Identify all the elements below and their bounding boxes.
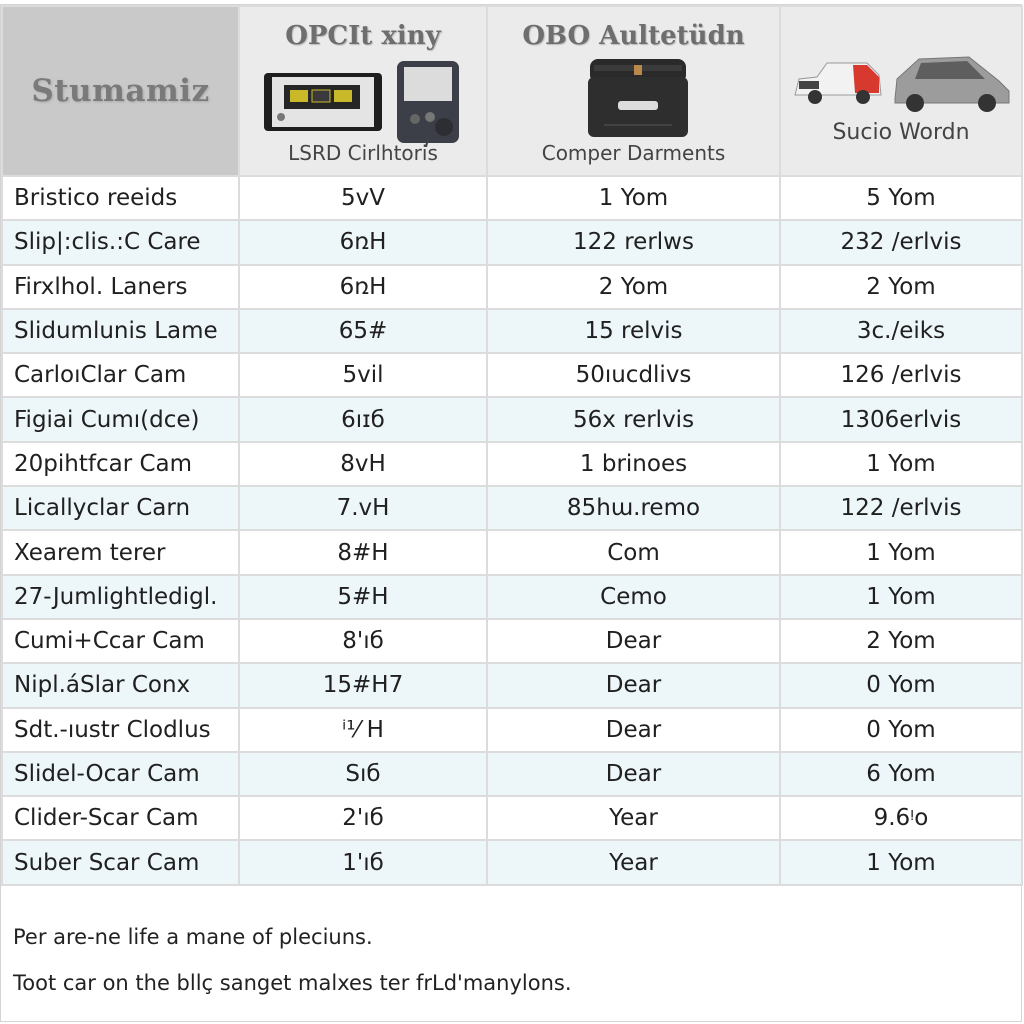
cell-value: 7.vH (238, 485, 488, 532)
cell-value: 2 Yom (486, 263, 781, 310)
cell-value: 5vil (238, 352, 488, 399)
cell-value: 9.6ᵎo (779, 795, 1023, 842)
cell-value: 85hɯ.remo (486, 485, 781, 532)
cell-value: 15 relvis (486, 307, 781, 355)
row-label: Slidel-Ocar Cam (1, 750, 240, 798)
column-subtitle: LSRD Cirlhtoris (288, 141, 438, 165)
cell-value: 6 Yom (779, 750, 1023, 798)
table-row: Nipl.áSlar Conx 15#H7 Dear 0 Yom (1, 662, 1023, 709)
cell-value: Sıб (238, 750, 488, 798)
cell-value: 1306erlvis (779, 396, 1023, 443)
row-label: Clider-Scar Cam (1, 795, 240, 842)
table-row: Clider-Scar Cam 2'ıб Year 9.6ᵎo (1, 795, 1023, 842)
row-label: Sdt.-ıustr Clodlus (1, 706, 240, 753)
table-row: CarloıClar Cam 5vil 50ıucdlivs 126 /erlvis (1, 352, 1023, 399)
table-row: Figiai Cumı(dce) 6ıɪб 56x rerlvis 1306erlvi… (1, 396, 1023, 443)
cell-value: 3c./eiks (779, 307, 1023, 355)
cell-value: Year (486, 839, 781, 886)
row-label: Firxlhol. Laners (1, 263, 240, 310)
table-row: Firxlhol. Laners 6ռH 2 Yom 2 Yom (1, 263, 1023, 310)
cell-value: 8vH (238, 440, 488, 488)
row-label: Xearem terer (1, 529, 240, 576)
row-label: Figiai Cumı(dce) (1, 396, 240, 443)
column-subtitle: Sucio Wordn (832, 120, 970, 145)
cell-value: 122 /erlvis (779, 485, 1023, 532)
comparison-panel: Stumamiz OPCIt xiny LSRD Cirlhtoris OBO … (0, 4, 1023, 1022)
table-row: Xearem terer 8#H Com 1 Yom (1, 529, 1023, 576)
cell-value: 1 Yom (779, 440, 1023, 488)
column-header: OBO Aultetüdn Comper Darments (486, 5, 781, 177)
cell-value: Cemo (486, 573, 781, 620)
cell-value: 5vV (238, 174, 488, 222)
row-label: Licallyclar Carn (1, 485, 240, 532)
cell-value: 5#H (238, 573, 488, 620)
row-label: 20pihtfcar Cam (1, 440, 240, 488)
cars-image (794, 56, 1010, 112)
cell-value: 1 brinoes (486, 440, 781, 488)
cell-value: 2 Yom (779, 263, 1023, 310)
column-header: Sucio Wordn (779, 5, 1023, 177)
cell-value: 15#H7 (238, 662, 488, 709)
cell-value: 6ռH (238, 219, 488, 266)
cell-value: 2'ıб (238, 795, 488, 842)
cell-value: 6ռH (238, 263, 488, 310)
cell-value: 65# (238, 307, 488, 355)
cell-value: Dear (486, 617, 781, 665)
row-label: CarloıClar Cam (1, 352, 240, 399)
cell-value: 56x rerlvis (486, 396, 781, 443)
note-line: Toot car on the bllç sanget malxes ter f… (13, 971, 572, 995)
cell-value: 5 Yom (779, 174, 1023, 222)
table-row: 27-Jumlightledigl. 5#H Cemo 1 Yom (1, 573, 1023, 620)
cell-value: 1 Yom (779, 573, 1023, 620)
cell-value: Com (486, 529, 781, 576)
corner-title: Stumamiz (31, 73, 210, 109)
notes: Per are-ne life a mane of pleciuns. Toot… (13, 925, 572, 1017)
cell-value: 8'ıб (238, 617, 488, 665)
cell-value: 0 Yom (779, 706, 1023, 753)
cell-value: 50ıucdlivs (486, 352, 781, 399)
cell-value: 0 Yom (779, 662, 1023, 709)
row-label: 27-Jumlightledigl. (1, 573, 240, 620)
table-row: Cumi+Ccar Cam 8'ıб Dear 2 Yom (1, 617, 1023, 665)
cell-value: 2 Yom (779, 617, 1023, 665)
table-row: Slidumlunis Lame 65# 15 relvis 3c./eiks (1, 307, 1023, 355)
cell-value: 8#H (238, 529, 488, 576)
table-row: Licallyclar Carn 7.vH 85hɯ.remo 122 /erlvis (1, 485, 1023, 532)
cell-value: Year (486, 795, 781, 842)
cell-value: 126 /erlvis (779, 352, 1023, 399)
cell-value: 1'ıб (238, 839, 488, 886)
table-row: Sdt.-ıustr Clodlus ⁱ¹⁄ H Dear 0 Yom (1, 706, 1023, 753)
table-row: 20pihtfcar Cam 8vH 1 brinoes 1 Yom (1, 440, 1023, 488)
comparison-table: Stumamiz OPCIt xiny LSRD Cirlhtoris OBO … (1, 5, 1023, 886)
cell-value: 122 rerlws (486, 219, 781, 266)
row-label: Nipl.áSlar Conx (1, 662, 240, 709)
row-label: Slip|:clis.:C Care (1, 219, 240, 266)
corner-header: Stumamiz (1, 5, 240, 177)
cell-value: 1 Yom (779, 839, 1023, 886)
cell-value: ⁱ¹⁄ H (238, 706, 488, 753)
cell-value: Dear (486, 662, 781, 709)
row-label: Cumi+Ccar Cam (1, 617, 240, 665)
cell-value: Dear (486, 706, 781, 753)
column-subtitle: Comper Darments (541, 141, 726, 165)
cell-value: 1 Yom (486, 174, 781, 222)
note-line: Per are-ne life a mane of pleciuns. (13, 925, 373, 949)
obd-scanner-devices-image (264, 61, 459, 147)
cell-value: 6ıɪб (238, 396, 488, 443)
table-row: Slidel-Ocar Cam Sıб Dear 6 Yom (1, 750, 1023, 798)
table-row: Suber Scar Cam 1'ıб Year 1 Yom (1, 839, 1023, 886)
row-label: Suber Scar Cam (1, 839, 240, 886)
row-label: Slidumlunis Lame (1, 307, 240, 355)
column-title: OPCIt xiny (285, 21, 441, 51)
column-title: OBO Aultetüdn (522, 21, 745, 51)
obd-adapter-device-image (588, 59, 688, 137)
cell-value: 1 Yom (779, 529, 1023, 576)
table-row: Bristico reeids 5vV 1 Yom 5 Yom (1, 174, 1023, 222)
header-row: Stumamiz OPCIt xiny LSRD Cirlhtoris OBO … (1, 5, 1023, 177)
table-row: Slip|:clis.:C Care 6ռH 122 rerlws 232 /erlv… (1, 219, 1023, 266)
column-header: OPCIt xiny LSRD Cirlhtoris (238, 5, 488, 177)
row-label: Bristico reeids (1, 174, 240, 222)
cell-value: 232 /erlvis (779, 219, 1023, 266)
cell-value: Dear (486, 750, 781, 798)
